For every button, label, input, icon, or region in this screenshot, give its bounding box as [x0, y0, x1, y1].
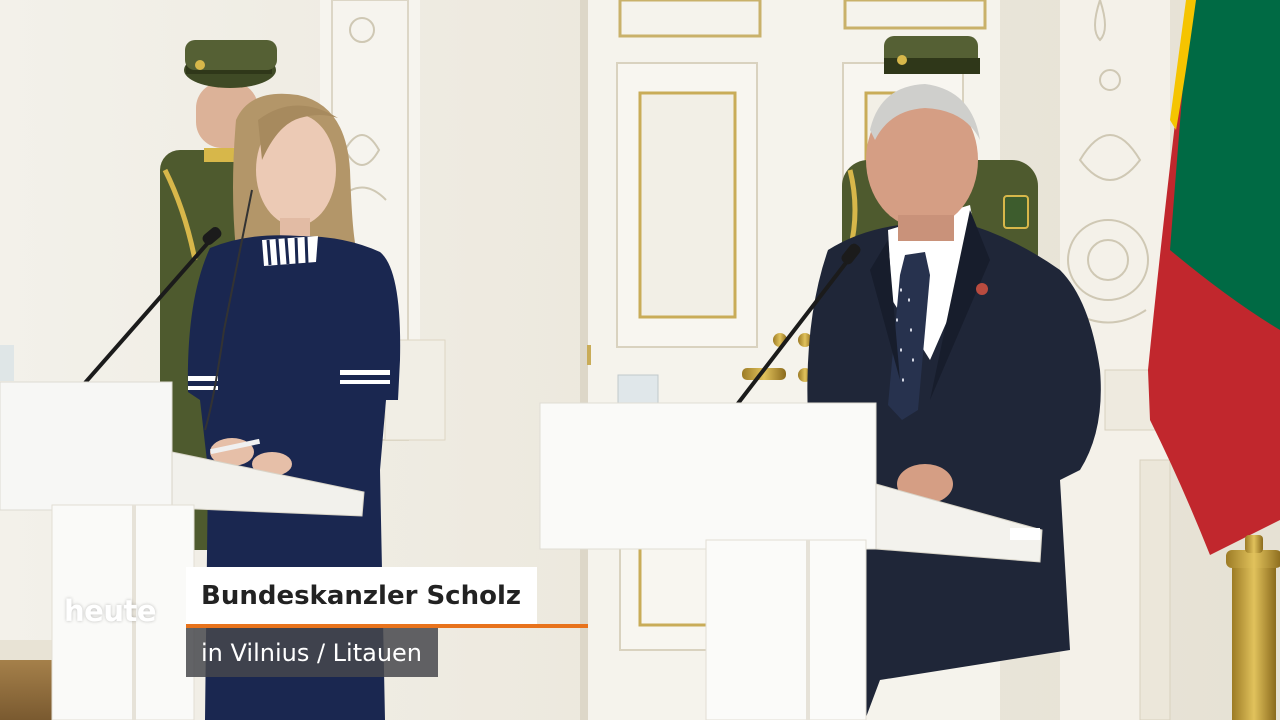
- water-glass-right: [617, 374, 659, 406]
- flag-pole: [1226, 535, 1280, 720]
- lower-third-subline: in Vilnius / Litauen: [201, 638, 423, 667]
- water-glass-left: [0, 345, 14, 381]
- lower-third-subline-box: in Vilnius / Litauen: [186, 628, 439, 677]
- video-frame: heute Bundeskanzler Scholz in Vilnius / …: [0, 0, 1280, 720]
- lower-third-headline: Bundeskanzler Scholz: [201, 580, 522, 611]
- lower-third-headline-box: Bundeskanzler Scholz: [186, 567, 538, 624]
- floor-left: [0, 660, 60, 720]
- heute-logo: heute: [64, 594, 157, 628]
